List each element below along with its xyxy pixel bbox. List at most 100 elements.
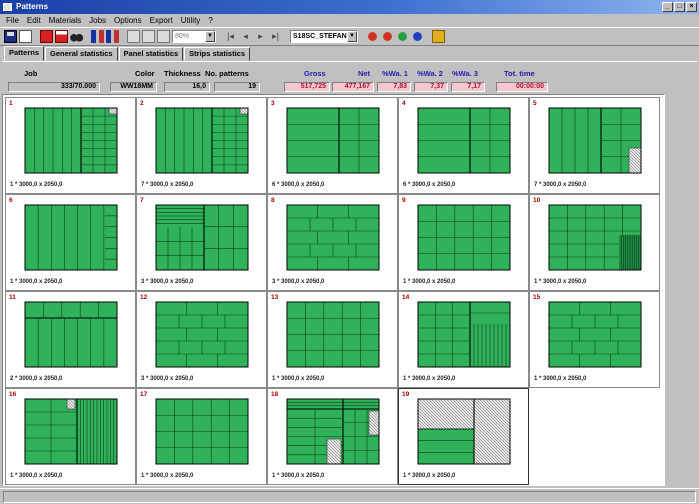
search-icon[interactable]	[411, 30, 424, 43]
job-value: 333/70.000	[8, 82, 100, 92]
color-value: WW18MM	[110, 82, 157, 92]
summary-header: Job 333/70.000 Color WW18MM Thickness 16…	[2, 61, 697, 94]
status-bar	[0, 488, 699, 504]
pattern-caption: 1 * 3000,0 x 2050,0	[272, 473, 325, 479]
pattern-diagram	[24, 204, 118, 271]
tab-panel-statistics[interactable]: Panel statistics	[118, 47, 184, 61]
pattern-caption: 1 * 3000,0 x 2050,0	[534, 376, 587, 382]
pattern-thumbnail[interactable]: 13 1 * 3000,0 x 2050,0	[267, 291, 398, 388]
chevron-down-icon[interactable]: ▼	[347, 31, 357, 42]
menu-help[interactable]: ?	[208, 16, 212, 25]
pattern-caption: 3 * 3000,0 x 2050,0	[141, 376, 194, 382]
pattern-diagram	[417, 107, 511, 174]
save-icon[interactable]	[4, 30, 17, 43]
menu-options[interactable]: Options	[114, 16, 142, 25]
pattern-caption: 6 * 3000,0 x 2050,0	[403, 182, 456, 188]
pattern-caption: 1 * 3000,0 x 2050,0	[403, 376, 456, 382]
tab-strips-statistics[interactable]: Strips statistics	[184, 47, 251, 61]
tab-general-statistics[interactable]: General statistics	[45, 47, 118, 61]
run-icon[interactable]	[396, 30, 409, 43]
menu-utility[interactable]: Utility	[181, 16, 201, 25]
pattern-diagram	[286, 204, 380, 271]
pattern-thumbnail[interactable]: 10 1 * 3000,0 x 2050,0	[529, 194, 660, 291]
binoculars-icon[interactable]	[70, 30, 83, 43]
menu-bar: File Edit Materials Jobs Options Export …	[0, 14, 699, 27]
paste-icon[interactable]	[142, 30, 155, 43]
gross-value: 517,725	[284, 82, 330, 92]
preview-icon[interactable]	[19, 30, 32, 43]
pattern-thumbnail[interactable]: 15 1 * 3000,0 x 2050,0	[529, 291, 660, 388]
pattern-thumbnail[interactable]: 17 1 * 3000,0 x 2050,0	[136, 388, 267, 485]
window-title: Patterns	[16, 2, 49, 11]
sort-asc-icon[interactable]	[91, 30, 104, 43]
pattern-diagram	[24, 301, 118, 368]
copy-icon[interactable]	[127, 30, 140, 43]
waste2-label: %Wa. 2	[417, 69, 443, 78]
maximize-icon[interactable]: □	[674, 2, 685, 12]
pattern-thumbnail[interactable]: 14 1 * 3000,0 x 2050,0	[398, 291, 529, 388]
pattern-diagram	[417, 398, 511, 465]
material-value: S18SC_STEFAN	[293, 33, 347, 40]
next-page-icon[interactable]: ▸	[254, 30, 267, 43]
pattern-diagram	[548, 301, 642, 368]
pattern-thumbnail[interactable]: 61 * 3000,0 x 2050,0	[5, 194, 136, 291]
close-icon[interactable]: ×	[686, 2, 697, 12]
menu-export[interactable]: Export	[150, 16, 173, 25]
optimize-icon[interactable]	[366, 30, 379, 43]
pattern-thumbnail[interactable]: 46 * 3000,0 x 2050,0	[398, 97, 529, 194]
title-bar[interactable]: Patterns _ □ ×	[0, 0, 699, 14]
first-page-icon[interactable]: |◂	[224, 30, 237, 43]
waste3-label: %Wa. 3	[452, 69, 478, 78]
menu-edit[interactable]: Edit	[27, 16, 41, 25]
mail-icon[interactable]	[55, 30, 68, 43]
time-value: 00:00:00	[496, 82, 548, 92]
menu-materials[interactable]: Materials	[49, 16, 81, 25]
pattern-thumbnail[interactable]: 16 1 * 3000,0 x 2050,0	[5, 388, 136, 485]
pattern-thumbnail[interactable]: 91 * 3000,0 x 2050,0	[398, 194, 529, 291]
pattern-caption: 1 * 3000,0 x 2050,0	[10, 279, 63, 285]
toolbar: 80% ▼ |◂ ◂ ▸ ▸| S18SC_STEFAN ▼	[0, 27, 699, 46]
pattern-diagram	[548, 107, 642, 174]
patterns-label: No. patterns	[205, 69, 249, 78]
pattern-diagram	[155, 107, 249, 174]
pattern-thumbnail[interactable]: 83 * 3000,0 x 2050,0	[267, 194, 398, 291]
pattern-thumbnail[interactable]: 73 * 3000,0 x 2050,0	[136, 194, 267, 291]
job-label: Job	[24, 69, 38, 78]
pattern-diagram	[417, 204, 511, 271]
pattern-caption: 1 * 3000,0 x 2050,0	[272, 376, 325, 382]
pattern-caption: 7 * 3000,0 x 2050,0	[534, 182, 587, 188]
delete-icon[interactable]	[40, 30, 53, 43]
pattern-thumbnail[interactable]: 18 1 * 3000,0 x 2050,0	[267, 388, 398, 485]
color-label: Color	[135, 69, 155, 78]
pattern-diagram	[286, 398, 380, 465]
patterns-grid: 11 * 3000,0 x 2050,0 2 7 * 3000,0 x 2050,0…	[2, 94, 665, 486]
chevron-down-icon[interactable]: ▼	[205, 31, 215, 42]
gross-label: Gross	[304, 69, 326, 78]
pattern-thumbnail[interactable]: 11 2 * 3000,0 x 2050,0	[5, 291, 136, 388]
tab-patterns[interactable]: Patterns	[4, 46, 45, 61]
minimize-icon[interactable]: _	[662, 2, 673, 12]
pattern-thumbnail[interactable]: 57 * 3000,0 x 2050,0	[529, 97, 660, 194]
patterns-value: 19	[214, 82, 260, 92]
pattern-thumbnail[interactable]: 12 3 * 3000,0 x 2050,0	[136, 291, 267, 388]
material-combo[interactable]: S18SC_STEFAN ▼	[290, 30, 358, 43]
refresh-icon[interactable]	[381, 30, 394, 43]
print-icon[interactable]	[157, 30, 170, 43]
application-window: Patterns _ □ × File Edit Materials Jobs …	[0, 0, 699, 504]
net-value: 477,167	[332, 82, 374, 92]
pattern-caption: 1 * 3000,0 x 2050,0	[534, 279, 587, 285]
prev-page-icon[interactable]: ◂	[239, 30, 252, 43]
pattern-thumbnail[interactable]: 11 * 3000,0 x 2050,0	[5, 97, 136, 194]
pattern-thumbnail[interactable]: 19 1 * 3000,0 x 2050,0	[398, 388, 529, 485]
zoom-combo[interactable]: 80% ▼	[172, 30, 216, 43]
sort-desc-icon[interactable]	[106, 30, 119, 43]
pattern-thumbnail[interactable]: 27 * 3000,0 x 2050,0	[136, 97, 267, 194]
pattern-thumbnail[interactable]: 36 * 3000,0 x 2050,0	[267, 97, 398, 194]
pattern-diagram	[155, 301, 249, 368]
menu-file[interactable]: File	[6, 16, 19, 25]
pattern-caption: 6 * 3000,0 x 2050,0	[272, 182, 325, 188]
menu-jobs[interactable]: Jobs	[89, 16, 106, 25]
last-page-icon[interactable]: ▸|	[269, 30, 282, 43]
folder-icon[interactable]	[432, 30, 445, 43]
waste2-value: 7,37	[414, 82, 448, 92]
